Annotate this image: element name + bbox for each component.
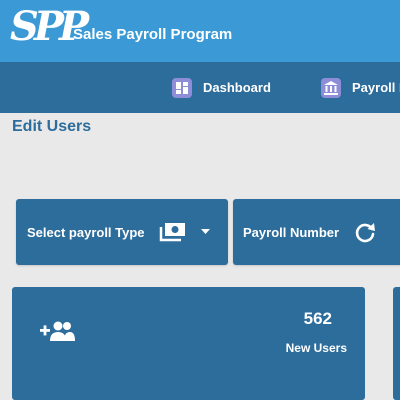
bank-icon: [321, 77, 341, 98]
main-nav: Dashboard Payroll I: [0, 62, 400, 113]
app-header: SPP Sales Payroll Program: [0, 0, 400, 62]
refresh-icon[interactable]: [353, 220, 377, 244]
add-user-icon: [40, 320, 76, 342]
payroll-number-label: Payroll Number: [243, 224, 340, 240]
payroll-type-label: Select payroll Type: [27, 224, 145, 240]
nav-item-label: Dashboard: [203, 80, 271, 95]
new-users-label: New Users: [285, 341, 347, 355]
payroll-number-select[interactable]: Payroll Number: [233, 199, 400, 265]
new-users-count: 562: [303, 309, 332, 328]
new-users-card[interactable]: 562 New Users: [12, 287, 365, 400]
stat-card-partial[interactable]: [393, 287, 400, 400]
dashboard-icon: [172, 77, 192, 98]
nav-item-payroll[interactable]: Payroll I: [321, 62, 400, 113]
money-icon: [159, 222, 187, 242]
nav-item-dashboard[interactable]: Dashboard: [172, 62, 271, 113]
app-title: Sales Payroll Program: [73, 26, 233, 43]
nav-item-label: Payroll I: [352, 80, 400, 95]
page-title: Edit Users: [12, 118, 92, 135]
payroll-type-select[interactable]: Select payroll Type: [16, 199, 228, 265]
caret-down-icon[interactable]: [200, 229, 210, 235]
